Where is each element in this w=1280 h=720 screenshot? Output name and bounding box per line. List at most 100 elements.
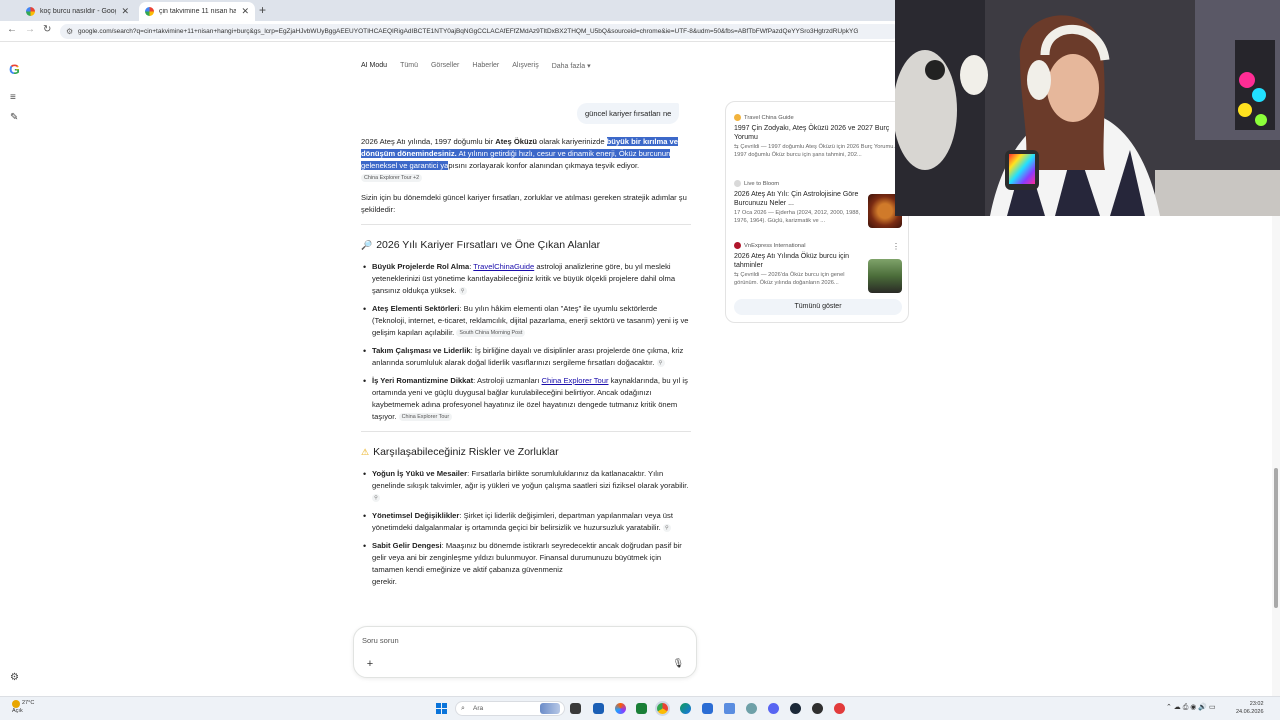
add-attachment-plus-icon[interactable]: +: [362, 657, 378, 673]
tab-news[interactable]: Haberler: [472, 62, 499, 76]
answer-intro: 2026 Ateş Atı yılında, 1997 doğumlu bir …: [361, 136, 691, 184]
chrome-icon[interactable]: [657, 703, 668, 714]
new-tab-plus-icon[interactable]: +: [259, 3, 266, 17]
link-icon[interactable]: ⚲: [372, 494, 380, 502]
news-widget-icon[interactable]: [540, 703, 560, 714]
page-scrollbar[interactable]: [1272, 216, 1280, 696]
google-favicon-icon: [26, 7, 35, 16]
tab-close-icon[interactable]: ✕: [121, 6, 129, 17]
divider: [361, 224, 691, 225]
menu-icon[interactable]: ≡: [10, 92, 16, 103]
site-name: Live to Bloom: [744, 180, 780, 187]
item-text: : Astroloji uzmanları: [473, 376, 542, 385]
ask-input[interactable]: Soru sorun: [362, 636, 399, 645]
tab-title: çin takviminе 11 nisan hangi b: [159, 8, 237, 15]
forward-arrow-icon[interactable]: →: [25, 24, 35, 35]
spreadsheet-icon[interactable]: [636, 703, 647, 714]
ai-answer: 2026 Ateş Atı yılında, 1997 doğumlu bir …: [361, 136, 691, 594]
source-thumbnail[interactable]: [868, 259, 902, 293]
source-card[interactable]: VnExpress International 2026 Ateş Atı Yı…: [734, 242, 862, 287]
list-item: Ateş Elementi Sektörleri: Bu yılın hâkim…: [363, 303, 691, 339]
source-site: Live to Bloom: [734, 180, 862, 187]
source-title: 2026 Ateş Atı Yılı: Çin Astrolojisine Gö…: [734, 191, 859, 207]
ask-box[interactable]: Soru sorun + 🎙: [353, 626, 697, 678]
divider: [361, 431, 691, 432]
new-chat-edit-icon[interactable]: ✎: [10, 112, 18, 123]
record-app-icon[interactable]: [834, 703, 845, 714]
link-icon[interactable]: ⚲: [458, 287, 467, 295]
microphone-icon[interactable]: 🎙: [673, 658, 684, 669]
weather-temp: 27°C: [22, 700, 35, 706]
webcam-scene-image: [895, 0, 1280, 216]
browser-tab-inactive[interactable]: koç burcu nasıldır - Google'da ✕: [20, 2, 135, 21]
game-launcher-icon[interactable]: [812, 703, 823, 714]
link-icon[interactable]: ⚲: [662, 524, 671, 532]
section-title: 2026 Yılı Kariyer Fırsatları ve Öne Çıka…: [376, 239, 601, 251]
search-icon: ⌕: [461, 705, 465, 712]
site-favicon-icon: [734, 242, 741, 249]
tab-all[interactable]: Tümü: [400, 62, 418, 76]
more-options-icon[interactable]: ⋮: [892, 242, 900, 251]
snippet-text: Çevrildi — 1997 doğumlu Ateş Öküzü için …: [734, 144, 895, 158]
tab-more[interactable]: Daha fazla ▾: [552, 62, 591, 76]
site-info-icon[interactable]: ⚙: [66, 24, 73, 39]
item-bold: Sabit Gelir Dengesi: [372, 541, 442, 550]
translate-icon: ⇆: [734, 144, 739, 150]
weather-widget[interactable]: 27°C Açık: [12, 700, 34, 715]
source-snippet: ⇆ Çevrildi — 2026'da Öküz burcu için gen…: [734, 272, 862, 287]
tab-images[interactable]: Görseller: [431, 62, 459, 76]
item-bold: Yoğun İş Yükü ve Mesailer: [372, 469, 468, 478]
address-bar[interactable]: ⚙ google.com/search?q=cin+takvimine+11+n…: [60, 24, 900, 39]
intro-bold: Ateş Öküzü: [495, 137, 538, 146]
settings-gear-icon[interactable]: ⚙: [10, 672, 19, 683]
system-clock[interactable]: 23:02 24.06.2026: [1236, 700, 1264, 716]
discord-icon[interactable]: [768, 703, 779, 714]
citation-chip[interactable]: South China Morning Post: [456, 329, 526, 337]
source-card[interactable]: Live to Bloom 2026 Ateş Atı Yılı: Çin As…: [734, 180, 862, 225]
search-label: Ara: [473, 705, 484, 712]
tab-ai-mode[interactable]: AI Modu: [361, 62, 387, 76]
section-title: Karşılaşabileceğiniz Riskler ve Zorlukla…: [373, 446, 559, 458]
reload-icon[interactable]: ↻: [43, 24, 51, 35]
answer-lead: Sizin için bu dönemdeki güncel kariyer f…: [361, 193, 687, 214]
steam-icon[interactable]: [790, 703, 801, 714]
item-bold: Yönetimsel Değişiklikler: [372, 511, 460, 520]
list-item: İş Yeri Romantizmine Dikkat: Astroloji u…: [363, 375, 691, 423]
warning-icon: ⚠: [361, 447, 370, 457]
site-name: Travel China Guide: [744, 114, 794, 121]
citation-chip[interactable]: China Explorer Tour +2: [361, 174, 423, 182]
google-logo-icon[interactable]: G: [9, 61, 20, 77]
site-favicon-icon: [734, 180, 741, 187]
left-rail: G ≡ ✎ ⚙: [0, 42, 34, 696]
list-item: Yoğun İş Yükü ve Mesailer: Fırsatlarla b…: [363, 468, 691, 504]
citation-chip[interactable]: China Explorer Tour: [398, 413, 453, 421]
snippet-text: Çevrildi — 2026'da Öküz burcu için genel…: [734, 272, 845, 286]
task-view-icon[interactable]: [570, 703, 581, 714]
clock-date: 24.06.2026: [1236, 709, 1264, 715]
edge-browser-icon[interactable]: [680, 703, 691, 714]
source-snippet: ⇆ Çevrildi — 1997 doğumlu Ateş Öküzü içi…: [734, 144, 904, 159]
copilot-icon[interactable]: [615, 703, 626, 714]
user-query-bubble: güncel kariyer fırsatları ne: [577, 103, 680, 124]
intro-text: 2026 Ateş Atı yılında, 1997 doğumlu bir: [361, 137, 496, 146]
mail-icon[interactable]: [702, 703, 713, 714]
source-link[interactable]: TravelChinaGuide: [473, 262, 534, 271]
settings-app-icon[interactable]: [746, 703, 757, 714]
tab-shopping[interactable]: Alışveriş: [512, 62, 538, 76]
source-card[interactable]: Travel China Guide 1997 Çin Zodyakı, Ate…: [734, 114, 904, 159]
show-all-button[interactable]: Tümünü göster: [734, 299, 902, 315]
google-favicon-icon: [145, 7, 154, 16]
list-item: Büyük Projelerde Rol Alma: TravelChinaGu…: [363, 261, 691, 297]
start-windows-icon[interactable]: [436, 703, 447, 714]
link-icon[interactable]: ⚲: [656, 359, 665, 367]
browser-tab-active[interactable]: çin takviminе 11 nisan hangi b ✕: [139, 2, 255, 21]
file-explorer-icon[interactable]: [593, 703, 604, 714]
app-icon[interactable]: [724, 703, 735, 714]
system-tray[interactable]: ⌃ ☁ ⎙ ◉ 🔊 ▭: [1166, 703, 1216, 712]
section-heading: 🔎 2026 Yılı Kariyer Fırsatları ve Öne Çı…: [361, 239, 691, 251]
weather-desc: Açık: [12, 708, 23, 714]
back-arrow-icon[interactable]: ←: [7, 24, 17, 35]
source-link[interactable]: China Explorer Tour: [542, 376, 609, 385]
tab-close-icon[interactable]: ✕: [241, 6, 249, 17]
scrollbar-thumb[interactable]: [1274, 468, 1278, 608]
